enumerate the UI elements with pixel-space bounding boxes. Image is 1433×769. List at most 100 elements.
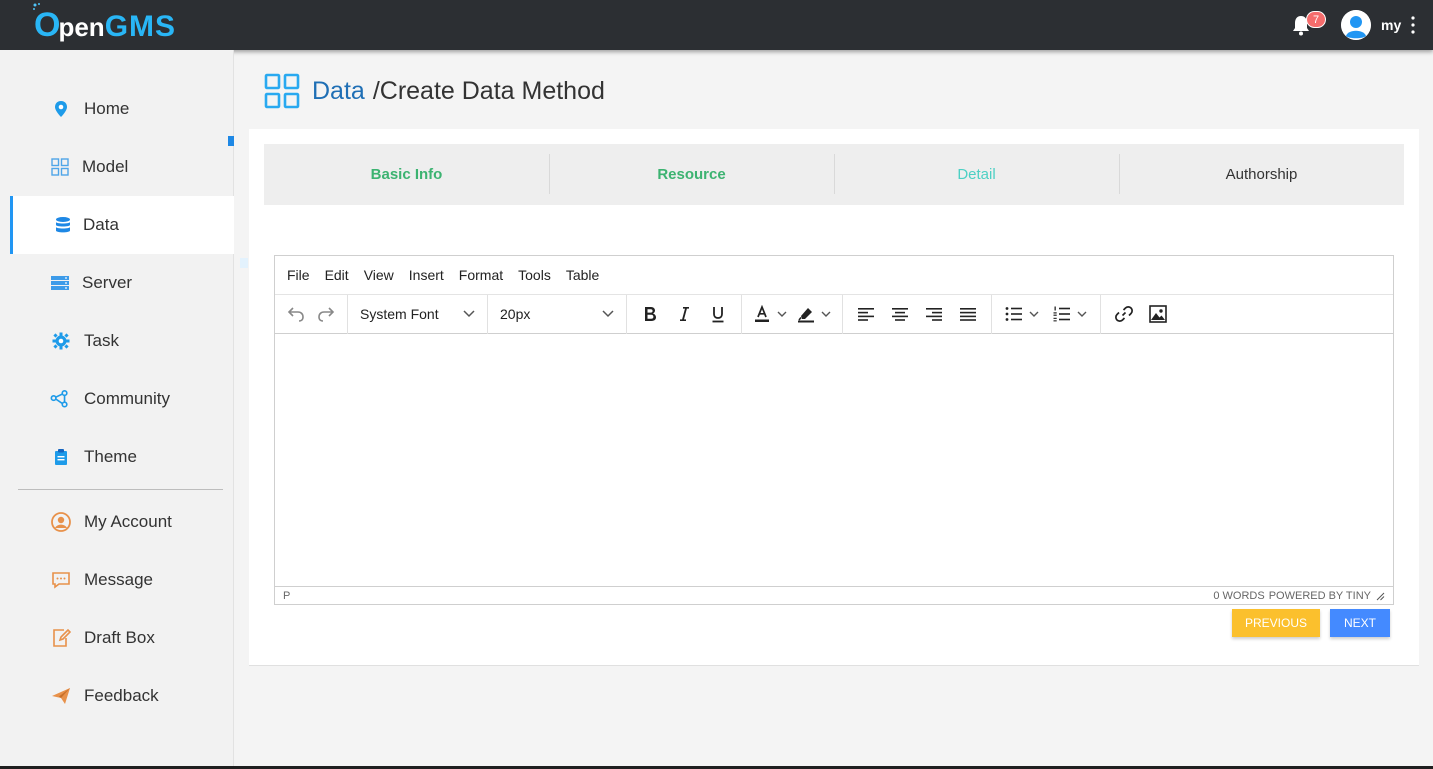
word-count[interactable]: 0 WORDS	[1213, 590, 1264, 602]
align-justify-button[interactable]	[951, 299, 985, 329]
sidebar-item-label: Server	[82, 273, 133, 292]
sidebar-item-model[interactable]: Model	[10, 139, 234, 195]
history-group	[275, 294, 348, 334]
bold-button[interactable]	[633, 299, 667, 329]
insert-image-button[interactable]	[1141, 299, 1175, 329]
page-title: Data /Create Data Method	[264, 73, 605, 109]
align-right-button[interactable]	[917, 299, 951, 329]
sidebar-item-data[interactable]: Data	[10, 196, 234, 254]
sidebar-item-draft-box[interactable]: Draft Box	[10, 610, 234, 666]
menu-view[interactable]: View	[364, 267, 394, 283]
font-family-group: System Font	[348, 294, 488, 334]
create-data-method-card: Basic Info Resource Detail Authorship Fi…	[249, 129, 1419, 666]
font-family-value: System Font	[360, 306, 439, 322]
sidebar-item-label: Message	[84, 570, 153, 589]
menu-insert[interactable]: Insert	[409, 267, 444, 283]
sidebar: Home Model Data Server Task Community Th…	[0, 50, 234, 769]
sidebar-item-my-account[interactable]: My Account	[10, 494, 234, 550]
sidebar-divider	[18, 489, 223, 490]
menu-file[interactable]: File	[287, 267, 310, 283]
editor-content-area[interactable]	[275, 334, 1393, 586]
menu-edit[interactable]: Edit	[325, 267, 349, 283]
highlighter-icon	[798, 308, 814, 323]
menu-table[interactable]: Table	[566, 267, 599, 283]
editor-statusbar: P 0 WORDS POWERED BY TINY	[275, 586, 1393, 604]
sidebar-scroll-track	[240, 258, 248, 268]
chevron-down-icon	[821, 311, 831, 317]
numbered-list-button[interactable]	[1046, 299, 1094, 329]
sidebar-item-label: Theme	[84, 447, 137, 466]
underline-button[interactable]	[701, 299, 735, 329]
sidebar-item-theme[interactable]: Theme	[10, 429, 234, 485]
server-icon	[50, 273, 70, 293]
undo-icon	[287, 307, 304, 322]
grid-icon	[264, 73, 300, 109]
user-circle-icon	[51, 512, 71, 532]
underline-icon	[712, 306, 724, 322]
more-vertical-icon[interactable]	[1408, 15, 1418, 35]
step-authorship[interactable]: Authorship	[1119, 144, 1404, 205]
editor-menubar: File Edit View Insert Format Tools Table	[275, 256, 1393, 295]
breadcrumb-data-link[interactable]: Data	[312, 77, 365, 106]
logo-spark-icon	[33, 3, 40, 10]
sidebar-item-task[interactable]: Task	[10, 313, 234, 369]
sidebar-item-home[interactable]: Home	[10, 81, 234, 137]
sidebar-item-label: Community	[84, 389, 170, 408]
font-size-group: 20px	[488, 294, 627, 334]
text-style-group	[627, 294, 742, 334]
italic-button[interactable]	[667, 299, 701, 329]
avatar[interactable]	[1341, 10, 1371, 40]
insert-link-button[interactable]	[1107, 299, 1141, 329]
italic-icon	[680, 307, 689, 321]
chevron-down-icon	[1029, 311, 1039, 317]
sidebar-item-message[interactable]: Message	[10, 552, 234, 608]
logo-pen-text: pen	[58, 12, 105, 42]
font-size-value: 20px	[500, 306, 531, 322]
link-icon	[1115, 306, 1133, 322]
previous-button[interactable]: PREVIOUS	[1232, 609, 1320, 637]
step-basic-info[interactable]: Basic Info	[264, 144, 549, 205]
username-label[interactable]: my	[1381, 17, 1401, 33]
chevron-down-icon	[1077, 311, 1087, 317]
powered-by-link[interactable]: POWERED BY TINY	[1269, 590, 1371, 602]
chevron-down-icon	[777, 311, 787, 317]
clipboard-icon	[51, 447, 71, 467]
redo-button[interactable]	[311, 299, 341, 329]
insert-group	[1101, 295, 1181, 334]
step-resource[interactable]: Resource	[549, 144, 834, 205]
grid-icon	[50, 157, 70, 177]
step-tabs: Basic Info Resource Detail Authorship	[264, 144, 1404, 205]
highlight-color-button[interactable]	[792, 299, 836, 329]
top-navbar: O pen GMS 7 my	[0, 0, 1433, 50]
logo-o: O	[33, 3, 60, 44]
font-family-select[interactable]: System Font	[354, 299, 481, 329]
sidebar-item-label: Data	[83, 215, 119, 234]
alignment-group	[843, 294, 992, 334]
bullet-list-button[interactable]	[998, 299, 1046, 329]
breadcrumb-current: /Create Data Method	[372, 76, 605, 105]
database-icon	[53, 215, 73, 235]
text-color-button[interactable]	[748, 299, 792, 329]
step-detail[interactable]: Detail	[834, 144, 1119, 205]
align-left-button[interactable]	[849, 299, 883, 329]
resize-handle-icon[interactable]	[1375, 591, 1385, 601]
bullet-list-icon	[1005, 307, 1022, 321]
element-path[interactable]: P	[283, 590, 290, 602]
list-group	[992, 294, 1101, 334]
font-size-select[interactable]: 20px	[494, 299, 620, 329]
sidebar-item-feedback[interactable]: Feedback	[10, 668, 234, 724]
next-button[interactable]: NEXT	[1330, 609, 1390, 637]
gear-icon	[51, 331, 71, 351]
sidebar-item-server[interactable]: Server	[10, 255, 234, 311]
text-color-icon	[755, 305, 769, 322]
opengms-logo[interactable]: O pen GMS	[33, 3, 177, 46]
logo-gms-text: GMS	[104, 10, 177, 43]
message-icon	[51, 570, 71, 590]
menu-tools[interactable]: Tools	[518, 267, 551, 283]
undo-button[interactable]	[281, 299, 311, 329]
align-center-icon	[892, 308, 908, 321]
align-center-button[interactable]	[883, 299, 917, 329]
sidebar-item-community[interactable]: Community	[10, 371, 234, 427]
menu-format[interactable]: Format	[459, 267, 503, 283]
rich-text-editor: File Edit View Insert Format Tools Table…	[274, 255, 1394, 605]
